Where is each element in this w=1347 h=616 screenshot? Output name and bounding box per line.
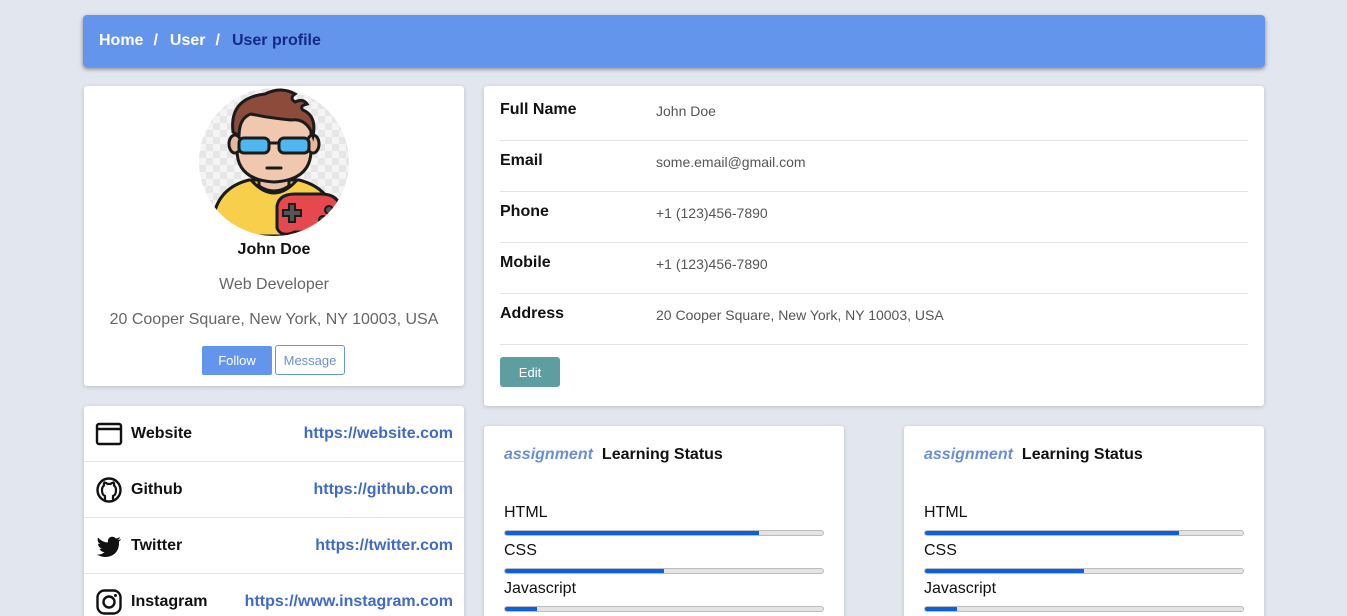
skill-label-html: HTML: [924, 504, 968, 521]
user-details-card: Full Name John Doe Email some.email@gmai…: [484, 86, 1264, 406]
breadcrumb-user-link[interactable]: User: [170, 32, 206, 50]
breadcrumb-current: User profile: [231, 32, 321, 49]
profile-role: Web Developer: [219, 276, 329, 293]
detail-value: +1 (123)456-7890: [656, 256, 768, 272]
breadcrumb: Home / User / User profile: [83, 15, 1265, 67]
learning-status-header: assignment Learning Status: [504, 446, 723, 464]
progress-fill: [925, 531, 1180, 535]
social-links-card: Website https://website.com Github https…: [84, 406, 464, 616]
progress-fill: [505, 531, 760, 535]
profile-address: 20 Cooper Square, New York, NY 10003, US…: [109, 311, 439, 328]
learning-status-card: assignment Learning Status HTML CSS Java…: [904, 426, 1264, 616]
website-link[interactable]: https://website.com: [304, 425, 453, 443]
detail-value: 20 Cooper Square, New York, NY 10003, US…: [656, 307, 944, 323]
github-link[interactable]: https://github.com: [313, 481, 453, 499]
github-icon: [95, 476, 123, 504]
profile-name: John Doe: [237, 241, 311, 258]
edit-button[interactable]: Edit: [500, 357, 560, 387]
progress-bar-css: [504, 568, 824, 574]
instagram-link[interactable]: https://www.instagram.com: [245, 593, 453, 611]
assignment-icon: assignment: [504, 446, 593, 463]
detail-row-full-name: Full Name John Doe: [500, 90, 1248, 141]
detail-label: Full Name: [500, 101, 577, 118]
profile-card: John Doe Web Developer 20 Cooper Square,…: [84, 86, 464, 386]
progress-bar-javascript: [924, 606, 1244, 612]
social-row-website: Website https://website.com: [84, 406, 464, 462]
detail-value: +1 (123)456-7890: [656, 205, 768, 221]
instagram-icon: [95, 588, 123, 616]
progress-fill: [925, 607, 957, 611]
progress-fill: [505, 569, 664, 573]
detail-label: Email: [500, 152, 543, 169]
detail-row-address: Address 20 Cooper Square, New York, NY 1…: [500, 294, 1248, 345]
detail-label: Address: [500, 305, 565, 322]
progress-fill: [925, 569, 1084, 573]
skill-label-html: HTML: [504, 504, 548, 521]
learning-status-title: Learning Status: [601, 446, 723, 463]
learning-status-title: Learning Status: [1021, 446, 1143, 463]
learning-status-card: assignment Learning Status HTML CSS Java…: [484, 426, 844, 616]
learning-status-header: assignment Learning Status: [924, 446, 1143, 464]
detail-value: some.email@gmail.com: [656, 154, 806, 170]
detail-label: Phone: [500, 203, 549, 220]
progress-bar-javascript: [504, 606, 824, 612]
skill-label-javascript: Javascript: [924, 580, 997, 597]
social-label: Github: [131, 480, 183, 498]
detail-row-email: Email some.email@gmail.com: [500, 141, 1248, 192]
social-row-github: Github https://github.com: [84, 462, 464, 518]
social-label: Twitter: [131, 536, 183, 554]
progress-bar-html: [924, 530, 1244, 536]
follow-button[interactable]: Follow: [202, 346, 272, 375]
breadcrumb-separator: /: [215, 32, 220, 49]
social-row-twitter: Twitter https://twitter.com: [84, 518, 464, 574]
detail-row-phone: Phone +1 (123)456-7890: [500, 192, 1248, 243]
browser-icon: [95, 420, 123, 448]
progress-bar-css: [924, 568, 1244, 574]
avatar-illustration-icon: [211, 88, 345, 236]
message-button[interactable]: Message: [275, 345, 345, 375]
breadcrumb-home-link[interactable]: Home: [99, 32, 143, 50]
twitter-icon: [95, 532, 123, 560]
social-label: Instagram: [131, 592, 208, 610]
detail-value: John Doe: [656, 103, 716, 119]
detail-row-mobile: Mobile +1 (123)456-7890: [500, 243, 1248, 294]
social-label: Website: [131, 424, 193, 442]
breadcrumb-separator: /: [153, 32, 158, 49]
twitter-link[interactable]: https://twitter.com: [315, 537, 453, 555]
skill-label-css: CSS: [504, 542, 537, 559]
detail-label: Mobile: [500, 254, 551, 271]
assignment-icon: assignment: [924, 446, 1013, 463]
skill-label-javascript: Javascript: [504, 580, 577, 597]
avatar: [199, 88, 349, 236]
skill-label-css: CSS: [924, 542, 957, 559]
progress-bar-html: [504, 530, 824, 536]
progress-fill: [505, 607, 537, 611]
social-row-instagram: Instagram https://www.instagram.com: [84, 574, 464, 616]
